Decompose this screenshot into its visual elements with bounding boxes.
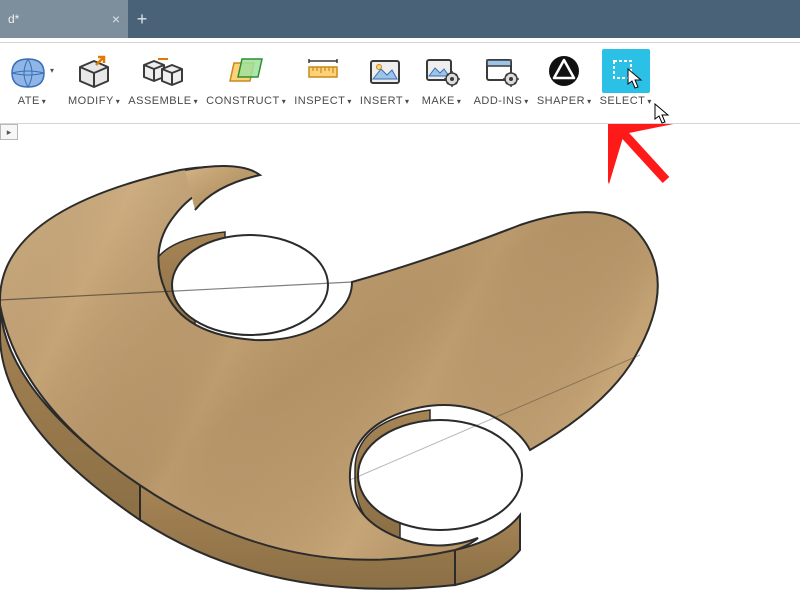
make-button[interactable]: MAKE▾ bbox=[414, 43, 470, 123]
shaper-label: SHAPER bbox=[537, 95, 585, 107]
make-label: MAKE bbox=[422, 95, 455, 107]
create-label: ATE bbox=[18, 95, 40, 107]
select-label: SELECT bbox=[600, 95, 646, 107]
chevron-down-icon: ▾ bbox=[647, 97, 652, 106]
chevron-down-icon: ▾ bbox=[457, 97, 462, 106]
chevron-down-icon: ▾ bbox=[194, 97, 199, 106]
document-tab-label: d* bbox=[8, 12, 19, 26]
chevron-down-icon: ▾ bbox=[42, 97, 47, 106]
create-button[interactable]: ▾ATE▾ bbox=[0, 43, 64, 123]
model-wooden-part bbox=[0, 140, 800, 600]
chevron-down-icon: ▾ bbox=[347, 97, 352, 106]
dropdown-caret-icon[interactable]: ▾ bbox=[50, 66, 60, 76]
new-tab-button[interactable]: + bbox=[128, 0, 156, 38]
plus-icon: + bbox=[137, 9, 148, 30]
chevron-down-icon: ▾ bbox=[116, 97, 121, 106]
planes-icon bbox=[222, 49, 270, 93]
globe-solid-icon bbox=[4, 49, 52, 93]
construct-label: CONSTRUCT bbox=[206, 95, 280, 107]
close-icon[interactable]: × bbox=[112, 12, 120, 26]
picture-gear-icon bbox=[418, 49, 466, 93]
inspect-label: INSPECT bbox=[294, 95, 345, 107]
addins-label: ADD-INS bbox=[474, 95, 523, 107]
addins-button[interactable]: ADD-INS▾ bbox=[470, 43, 533, 123]
select-arrow-icon bbox=[602, 49, 650, 93]
assemble-button[interactable]: ASSEMBLE▾ bbox=[124, 43, 202, 123]
box-press-icon bbox=[70, 49, 118, 93]
titlebar: d* × + bbox=[0, 0, 800, 38]
document-tab[interactable]: d* × bbox=[0, 0, 128, 38]
toolbar-ribbon: ▾ATE▾ MODIFY▾ ASSEMBLE▾ CONSTRUCT▾ INSPE… bbox=[0, 42, 800, 124]
chevron-down-icon: ▾ bbox=[524, 97, 529, 106]
shaper-logo-icon bbox=[540, 49, 588, 93]
shaper-button[interactable]: SHAPER▾ bbox=[533, 43, 596, 123]
chevron-down-icon: ▾ bbox=[587, 97, 592, 106]
assemble-label: ASSEMBLE bbox=[128, 95, 191, 107]
chevron-down-icon: ▾ bbox=[405, 97, 410, 106]
secondary-bar: ▸ bbox=[0, 124, 800, 140]
window-gear-icon bbox=[477, 49, 525, 93]
construct-button[interactable]: CONSTRUCT▾ bbox=[202, 43, 290, 123]
history-chip[interactable]: ▸ bbox=[0, 124, 18, 140]
modify-button[interactable]: MODIFY▾ bbox=[64, 43, 124, 123]
modify-label: MODIFY bbox=[68, 95, 114, 107]
inspect-button[interactable]: INSPECT▾ bbox=[290, 43, 356, 123]
chevron-right-icon: ▸ bbox=[7, 127, 12, 138]
viewport-canvas[interactable] bbox=[0, 140, 800, 600]
two-parts-icon bbox=[139, 49, 187, 93]
ruler-icon bbox=[299, 49, 347, 93]
chevron-down-icon: ▾ bbox=[282, 97, 287, 106]
insert-button[interactable]: INSERT▾ bbox=[356, 43, 414, 123]
insert-label: INSERT bbox=[360, 95, 403, 107]
select-button[interactable]: SELECT▾ bbox=[596, 43, 656, 123]
picture-icon bbox=[361, 49, 409, 93]
